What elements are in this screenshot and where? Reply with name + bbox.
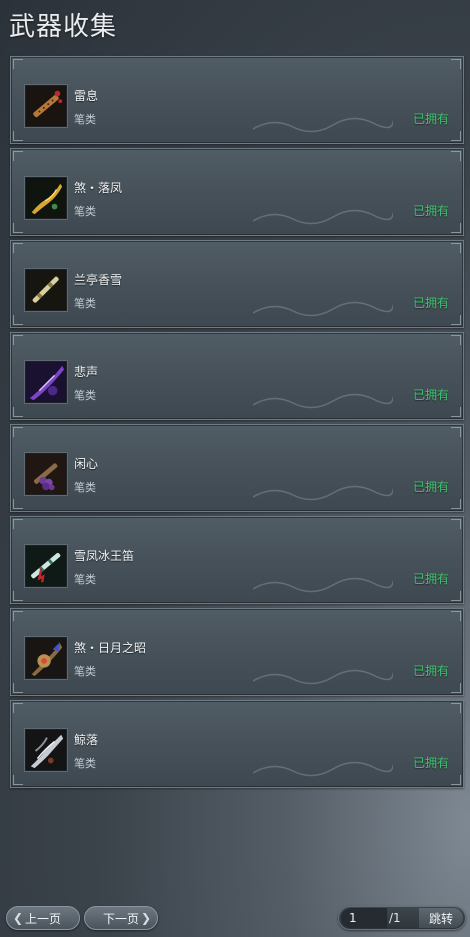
next-page-label: 下一页	[102, 911, 139, 926]
corner-ornament	[451, 775, 461, 785]
grape-brush-icon	[25, 453, 67, 495]
weapon-category: 笔类	[74, 205, 96, 218]
flute-weapon-icon	[25, 85, 67, 127]
owned-status: 已拥有	[412, 664, 449, 678]
weapon-card[interactable]: 悲声 笔类 已拥有	[10, 332, 464, 420]
corner-ornament	[13, 407, 23, 417]
corner-ornament	[13, 223, 23, 233]
corner-ornament	[13, 591, 23, 601]
weapon-name: 雷息	[74, 89, 99, 103]
corner-ornament	[451, 223, 461, 233]
corner-ornament	[451, 703, 461, 713]
weapon-name: 悲声	[74, 365, 99, 379]
corner-ornament	[13, 59, 23, 69]
jade-brush-icon	[25, 269, 67, 311]
weapon-category: 笔类	[74, 481, 96, 494]
purple-brush-icon	[25, 361, 67, 403]
corner-ornament	[13, 315, 23, 325]
corner-ornament	[451, 591, 461, 601]
corner-ornament	[451, 611, 461, 621]
cloud-pattern	[253, 485, 393, 501]
chevron-left-icon: ❮	[13, 911, 24, 925]
cloud-pattern	[253, 761, 393, 777]
weapon-name: 鲸落	[74, 733, 99, 747]
corner-ornament	[13, 499, 23, 509]
corner-ornament	[13, 519, 23, 529]
corner-ornament	[451, 243, 461, 253]
weapon-name: 煞・落凤	[74, 181, 123, 195]
cloud-pattern	[253, 117, 393, 133]
page-total: /1	[389, 911, 401, 925]
page-number-input[interactable]	[341, 908, 387, 928]
silver-brush-icon	[25, 729, 67, 771]
corner-ornament	[451, 315, 461, 325]
weapon-name: 兰亭香雪	[74, 273, 123, 287]
corner-ornament	[451, 59, 461, 69]
prev-page-button[interactable]: ❮ 上一页	[6, 906, 80, 930]
cloud-pattern	[253, 209, 393, 225]
cloud-pattern	[253, 393, 393, 409]
corner-ornament	[13, 611, 23, 621]
cloud-pattern	[253, 301, 393, 317]
jump-button[interactable]: 跳转	[419, 908, 463, 928]
corner-ornament	[451, 683, 461, 693]
corner-ornament	[451, 131, 461, 141]
corner-ornament	[13, 775, 23, 785]
corner-ornament	[451, 519, 461, 529]
weapon-name: 雪凤冰王笛	[74, 549, 135, 563]
corner-ornament	[13, 683, 23, 693]
corner-ornament	[13, 335, 23, 345]
owned-status: 已拥有	[412, 756, 449, 770]
owned-status: 已拥有	[412, 572, 449, 586]
prev-page-label: 上一页	[24, 911, 61, 926]
weapon-category: 笔类	[74, 573, 96, 586]
weapon-name: 煞・日月之昭	[74, 641, 147, 655]
corner-ornament	[13, 243, 23, 253]
page-title: 武器收集	[9, 12, 118, 42]
weapon-card[interactable]: 兰亭香雪 笔类 已拥有	[10, 240, 464, 328]
weapon-category: 笔类	[74, 757, 96, 770]
corner-ornament	[451, 427, 461, 437]
weapon-category: 笔类	[74, 389, 96, 402]
weapon-card[interactable]: 鲸落 笔类 已拥有	[10, 700, 464, 788]
corner-ornament	[451, 499, 461, 509]
weapon-category: 笔类	[74, 113, 96, 126]
weapon-name: 闲心	[74, 457, 99, 471]
sun-moon-brush-icon	[25, 637, 67, 679]
weapon-category: 笔类	[74, 297, 96, 310]
corner-ornament	[13, 151, 23, 161]
weapon-list: 雷息 笔类 已拥有 煞・落凤 笔类 已拥有 兰亭香雪 笔类 已拥有 悲声 笔类 …	[10, 56, 464, 792]
weapon-card[interactable]: 闲心 笔类 已拥有	[10, 424, 464, 512]
weapon-card[interactable]: 煞・落凤 笔类 已拥有	[10, 148, 464, 236]
owned-status: 已拥有	[412, 112, 449, 126]
weapon-card[interactable]: 雪凤冰王笛 笔类 已拥有	[10, 516, 464, 604]
corner-ornament	[451, 151, 461, 161]
corner-ornament	[13, 131, 23, 141]
cloud-pattern	[253, 669, 393, 685]
cloud-pattern	[253, 577, 393, 593]
owned-status: 已拥有	[412, 480, 449, 494]
chevron-right-icon: ❯	[140, 911, 151, 925]
corner-ornament	[451, 407, 461, 417]
page-jump-control: /1 跳转	[338, 906, 466, 930]
corner-ornament	[13, 703, 23, 713]
corner-ornament	[13, 427, 23, 437]
owned-status: 已拥有	[412, 204, 449, 218]
weapon-card[interactable]: 煞・日月之昭 笔类 已拥有	[10, 608, 464, 696]
weapon-card[interactable]: 雷息 笔类 已拥有	[10, 56, 464, 144]
next-page-button[interactable]: 下一页 ❯	[84, 906, 158, 930]
golden-brush-icon	[25, 177, 67, 219]
weapon-category: 笔类	[74, 665, 96, 678]
owned-status: 已拥有	[412, 296, 449, 310]
owned-status: 已拥有	[412, 388, 449, 402]
ice-flute-icon	[25, 545, 67, 587]
corner-ornament	[451, 335, 461, 345]
